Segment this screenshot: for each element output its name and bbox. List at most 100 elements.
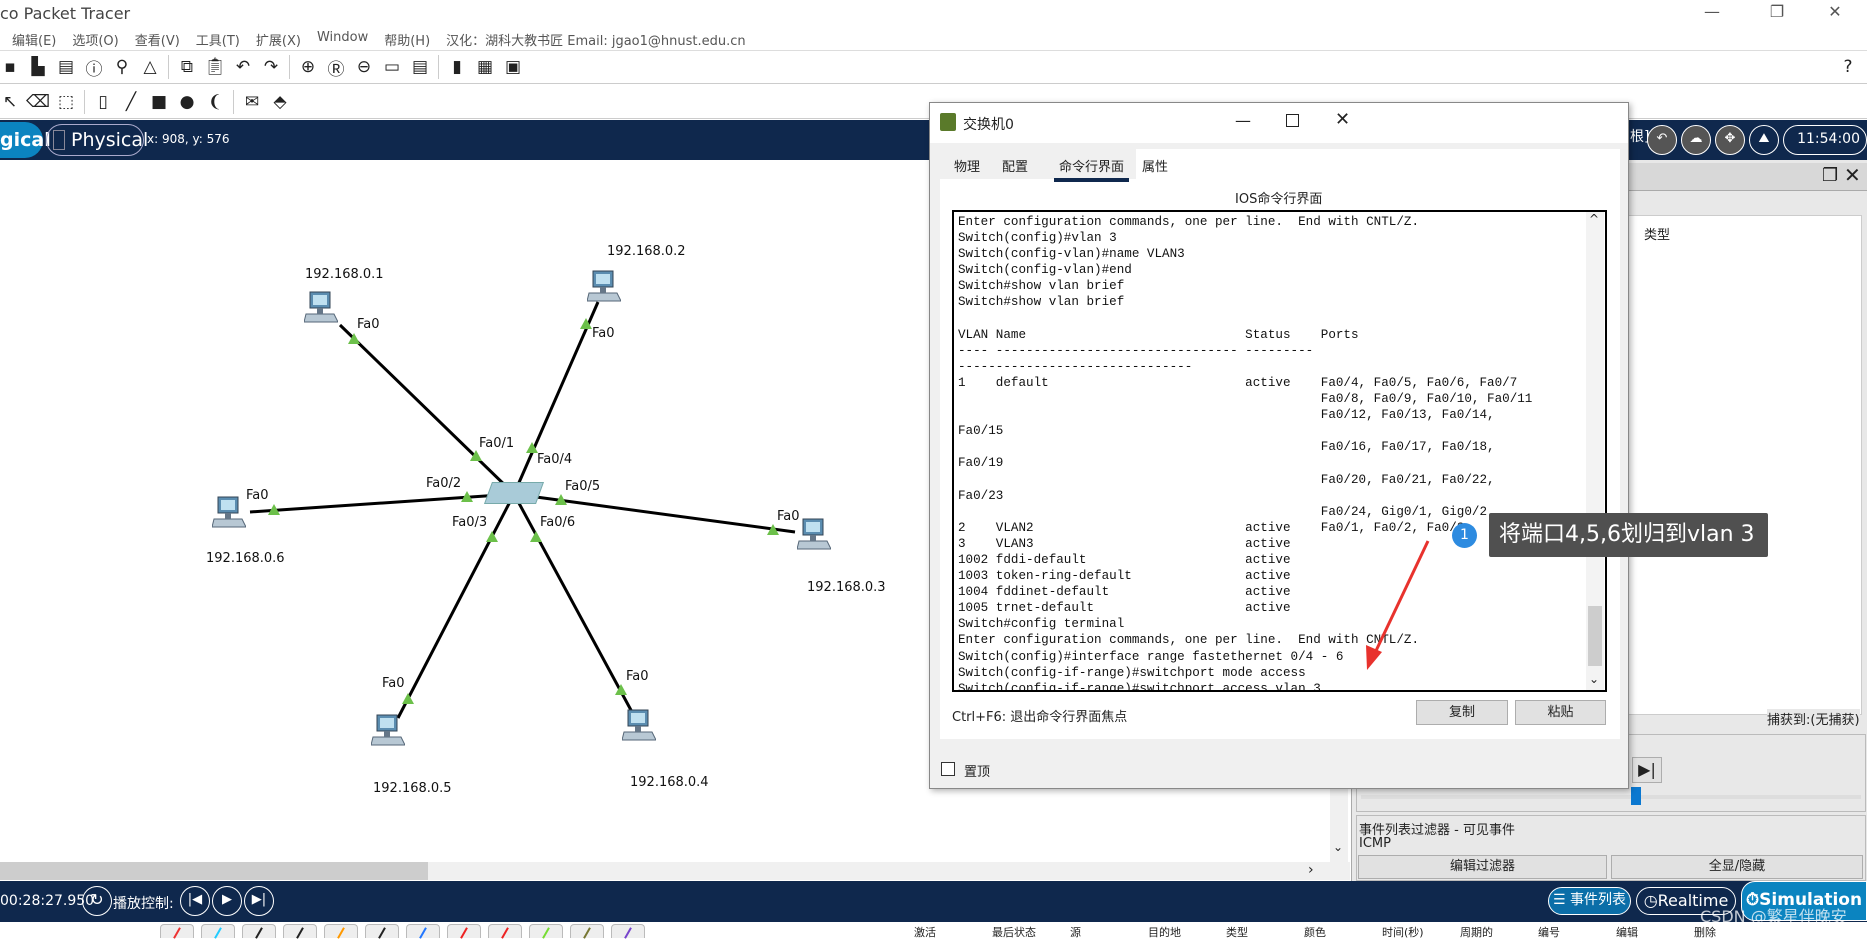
link-pc6: [249, 492, 515, 514]
menu-options[interactable]: 选项(O): [72, 30, 118, 50]
simple-pdu-icon[interactable]: ✉: [242, 92, 262, 112]
cable-type-icon[interactable]: [242, 924, 276, 939]
dialog-close-button[interactable]: ✕: [1335, 109, 1350, 130]
menu-extensions[interactable]: 扩展(X): [256, 30, 301, 50]
pc-icon[interactable]: [303, 290, 339, 324]
scroll-down-icon[interactable]: ⌄: [1333, 840, 1343, 854]
cable-type-icon[interactable]: [324, 924, 358, 939]
close-button[interactable]: ✕: [1820, 2, 1850, 21]
new-icon[interactable]: ▪: [0, 57, 20, 77]
line-icon[interactable]: ╱: [121, 92, 141, 112]
menu-window[interactable]: Window: [317, 30, 368, 50]
scroll-right-icon[interactable]: ›: [1308, 862, 1314, 878]
switch-icon[interactable]: [483, 482, 545, 504]
dialog-maximize-button[interactable]: [1286, 114, 1299, 127]
speed-slider[interactable]: [1361, 795, 1861, 799]
clock-display[interactable]: 11:54:00: [1783, 125, 1867, 155]
activity-wizard-icon[interactable]: ⚲: [112, 57, 132, 77]
delete-icon[interactable]: ⌫: [26, 92, 50, 112]
event-list-button[interactable]: ☰ 事件列表: [1548, 887, 1631, 915]
port-label: Fa0: [382, 676, 405, 691]
panel-close-icon[interactable]: ✕: [1844, 163, 1861, 187]
freeform-icon[interactable]: ❨: [205, 92, 225, 112]
rectangle-icon[interactable]: ■: [149, 92, 169, 112]
drawing-palette-icon[interactable]: ▭: [382, 57, 402, 77]
edit-filter-button[interactable]: 编辑过滤器: [1358, 855, 1607, 879]
cable-type-icon[interactable]: [201, 924, 235, 939]
pc-icon[interactable]: [586, 269, 622, 303]
pdu-icon[interactable]: △: [140, 57, 160, 77]
zoom-in-icon[interactable]: ⊕: [298, 57, 318, 77]
scroll-up-icon[interactable]: ^: [1589, 212, 1599, 226]
cable-type-icon[interactable]: [488, 924, 522, 939]
step-forward-button[interactable]: ▶|: [244, 886, 274, 916]
cloud-icon[interactable]: ☁: [1681, 125, 1711, 155]
menu-tools[interactable]: 工具(T): [196, 30, 240, 50]
step-forward-button[interactable]: ▶|: [1632, 757, 1662, 783]
pc-icon[interactable]: [370, 713, 406, 747]
horizontal-scroll-thumb[interactable]: [0, 862, 428, 880]
cable-type-icon[interactable]: [406, 924, 440, 939]
menu-view[interactable]: 查看(V): [135, 30, 180, 50]
menu-help[interactable]: 帮助(H): [384, 30, 430, 50]
cable-type-icon[interactable]: [365, 924, 399, 939]
physical-tab[interactable]: Physical: [46, 124, 148, 156]
restore-button[interactable]: ❐: [1762, 2, 1792, 21]
move-icon[interactable]: ✥: [1715, 125, 1745, 155]
menu-edit[interactable]: 编辑(E): [12, 30, 56, 50]
cloud-image-icon[interactable]: ▣: [503, 57, 523, 77]
pin-checkbox[interactable]: [941, 762, 955, 776]
pdu-column-header: 类型: [1226, 926, 1248, 938]
step-back-button[interactable]: |◀: [180, 886, 210, 916]
pdu-column-header: 目的地: [1148, 926, 1181, 938]
server-icon[interactable]: ▦: [475, 57, 495, 77]
tab-config[interactable]: 配置: [1002, 156, 1028, 175]
info-icon[interactable]: ⓘ: [84, 57, 104, 80]
select-icon[interactable]: ↖: [0, 92, 20, 112]
cable-type-icon[interactable]: [160, 924, 194, 939]
resize-icon[interactable]: ⬚: [56, 92, 76, 112]
pc-icon[interactable]: [621, 708, 657, 742]
terminal-line: Switch#show vlan brief: [958, 279, 1125, 294]
zoom-reset-icon[interactable]: Ⓡ: [326, 57, 346, 80]
speed-slider-thumb[interactable]: [1631, 787, 1641, 805]
copy-icon[interactable]: ⧉: [177, 57, 197, 77]
tab-attributes[interactable]: 属性: [1142, 156, 1168, 175]
note-icon[interactable]: ▯: [93, 92, 113, 112]
help-icon[interactable]: ?: [1838, 57, 1858, 77]
cable-type-icon[interactable]: [570, 924, 604, 939]
logical-tab[interactable]: gical: [0, 122, 51, 158]
show-hide-button[interactable]: 全显/隐藏: [1611, 855, 1863, 879]
terminal-scroll-thumb[interactable]: [1588, 606, 1602, 666]
tab-physical-config[interactable]: 物理: [954, 156, 980, 175]
back-icon[interactable]: ↶: [1647, 125, 1677, 155]
play-button[interactable]: ▶: [212, 886, 242, 916]
cli-terminal[interactable]: Enter configuration commands, one per li…: [952, 210, 1607, 692]
save-icon[interactable]: ▙: [28, 57, 48, 77]
redo-icon[interactable]: ↷: [261, 57, 281, 77]
reset-time-icon[interactable]: ↻: [82, 886, 112, 916]
minimize-button[interactable]: —: [1697, 2, 1727, 21]
background-icon[interactable]: ⛰: [1749, 125, 1779, 155]
zoom-out-icon[interactable]: ⊖: [354, 57, 374, 77]
scroll-down-icon[interactable]: ⌄: [1589, 672, 1599, 686]
copy-button[interactable]: 复制: [1416, 700, 1508, 725]
dialog-minimize-button[interactable]: —: [1235, 111, 1251, 130]
cable-type-icon[interactable]: [283, 924, 317, 939]
custom-device-icon[interactable]: ▤: [410, 57, 430, 77]
tab-cli[interactable]: 命令行界面: [1054, 156, 1130, 182]
paste-icon[interactable]: 📋︎: [204, 57, 226, 77]
undo-icon[interactable]: ↶: [233, 57, 253, 77]
pc-icon[interactable]: [796, 517, 832, 551]
undock-icon[interactable]: ❐: [1822, 165, 1838, 186]
pc-icon[interactable]: [211, 495, 247, 529]
complex-pdu-icon[interactable]: ⬘: [270, 92, 290, 112]
cable-type-icon[interactable]: [447, 924, 481, 939]
terminal-line: Fa0/24, Gig0/1, Gig0/2: [958, 504, 1488, 519]
ellipse-icon[interactable]: ●: [177, 92, 197, 112]
paste-button[interactable]: 粘贴: [1515, 700, 1606, 725]
print-icon[interactable]: ▤: [56, 57, 76, 77]
ipc-icon[interactable]: ▮: [447, 57, 467, 77]
cable-type-icon[interactable]: [529, 924, 563, 939]
cable-type-icon[interactable]: [611, 924, 645, 939]
